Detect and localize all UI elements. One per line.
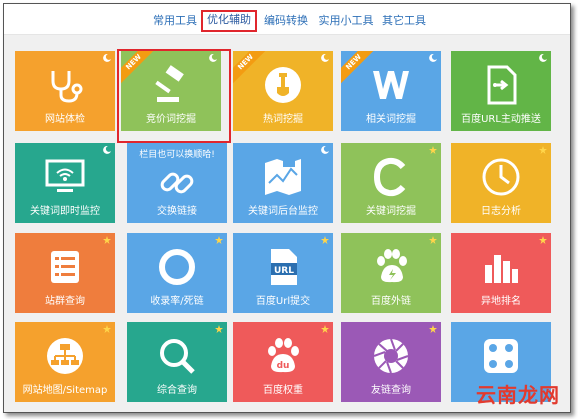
tile-sitemap[interactable]: 网站地图/Sitemap	[15, 322, 115, 402]
tile-note: 栏目也可以换顺哈!	[139, 150, 215, 160]
moon-icon	[539, 54, 547, 62]
tab-optimization[interactable]: 优化辅助	[201, 10, 257, 32]
tile-label: 站群查询	[45, 296, 85, 307]
chain-link-icon	[160, 172, 194, 194]
tile-baidu-url-push[interactable]: 百度URL主动推送	[451, 51, 551, 131]
ring-icon	[159, 249, 195, 285]
watermark-text: 云南龙网	[476, 383, 560, 407]
moon-icon	[103, 54, 111, 62]
tile-label: 收录率/死链	[150, 296, 204, 307]
moon-icon	[209, 54, 217, 62]
tile-bid-keyword-mining[interactable]: NEW 竞价词挖掘	[121, 51, 221, 131]
tab-common-tools[interactable]: 常用工具	[151, 12, 199, 30]
tile-label: 日志分析	[481, 206, 521, 217]
tile-label: 网站地图/Sitemap	[22, 385, 108, 396]
tab-encoding[interactable]: 编码转换	[261, 12, 311, 30]
star-icon	[215, 236, 223, 244]
star-icon	[215, 325, 223, 333]
tile-site-group-query[interactable]: 站群查询	[15, 233, 115, 313]
tile-label: 关键词后台监控	[248, 206, 318, 217]
tile-label: 综合查询	[157, 385, 197, 396]
tile-keyword-realtime-monitor[interactable]: 关键词即时监控	[15, 143, 115, 223]
moon-icon	[429, 54, 437, 62]
tool-panel: 常用工具 优化辅助 编码转换 实用小工具 其它工具 网站体检 NEW 竞价词挖掘	[3, 3, 571, 413]
svg-text:du: du	[277, 361, 290, 371]
tile-baidu-url-submit[interactable]: URL 百度Url提交	[233, 233, 333, 313]
tile-friend-link-query[interactable]: 友链查询	[341, 322, 441, 402]
tile-baidu-weight[interactable]: du 百度权重	[233, 322, 333, 402]
tile-comprehensive-query[interactable]: 综合查询	[127, 322, 227, 402]
tile-label: 热词挖掘	[263, 114, 303, 125]
svg-text:URL: URL	[274, 266, 294, 276]
monitor-wifi-icon	[45, 159, 85, 192]
file-push-icon	[487, 65, 517, 105]
tile-label: 关键词挖掘	[366, 206, 416, 217]
aperture-icon	[373, 338, 409, 374]
tile-label: 友链查询	[371, 385, 411, 396]
tile-grid: 网站体检 NEW 竞价词挖掘 NEW 热词挖掘 NEW 相关词挖掘 百度URL主…	[4, 35, 570, 412]
gavel-icon	[155, 65, 184, 102]
tile-keyword-mining[interactable]: 关键词挖掘	[341, 143, 441, 223]
map-chart-icon	[265, 159, 301, 195]
w-letter-icon	[373, 71, 409, 99]
tile-label: 相关词挖掘	[366, 114, 416, 125]
moon-icon	[321, 146, 329, 154]
du-paw-icon: du	[268, 338, 299, 373]
tile-label: 百度URL主动推送	[461, 114, 541, 125]
category-tabs: 常用工具 优化辅助 编码转换 实用小工具 其它工具	[4, 4, 570, 35]
magnifier-icon	[160, 339, 195, 374]
tile-link-exchange[interactable]: 栏目也可以换顺哈! 交换链接	[127, 143, 227, 223]
sitemap-icon	[47, 338, 83, 374]
moon-icon	[321, 54, 329, 62]
bar-chart-icon	[485, 255, 518, 283]
tile-label: 百度Url提交	[255, 296, 311, 307]
tab-utilities[interactable]: 实用小工具	[315, 12, 377, 30]
star-icon	[103, 325, 111, 333]
tile-label: 百度权重	[263, 385, 303, 396]
tile-label: 异地排名	[481, 296, 521, 307]
tile-related-word-mining[interactable]: NEW 相关词挖掘	[341, 51, 441, 131]
tile-label: 网站体检	[45, 114, 85, 125]
tile-site-checkup[interactable]: 网站体检	[15, 51, 115, 131]
tile-label: 百度外链	[371, 296, 411, 307]
stethoscope-icon	[51, 71, 83, 103]
tile-baidu-backlinks[interactable]: 百度外链	[341, 233, 441, 313]
dice-icon	[484, 339, 518, 373]
star-icon	[429, 236, 437, 244]
star-icon	[429, 325, 437, 333]
star-icon	[321, 325, 329, 333]
tile-label: 交换链接	[157, 206, 197, 217]
tile-keyword-backend-monitor[interactable]: 关键词后台监控	[233, 143, 333, 223]
star-icon	[539, 236, 547, 244]
tile-label: 竞价词挖掘	[146, 114, 196, 125]
paw-icon	[377, 249, 407, 283]
star-icon	[429, 146, 437, 154]
star-icon	[321, 236, 329, 244]
url-file-icon: URL	[271, 249, 297, 285]
tile-geo-ranking[interactable]: 异地排名	[451, 233, 551, 313]
list-icon	[51, 251, 79, 283]
tab-other-tools[interactable]: 其它工具	[378, 12, 430, 30]
tile-log-analysis[interactable]: 日志分析	[451, 143, 551, 223]
clock-icon	[482, 158, 520, 196]
star-icon	[539, 146, 547, 154]
c-letter-icon	[373, 157, 406, 197]
tile-index-rate-deadlink[interactable]: 收录率/死链	[127, 233, 227, 313]
shovel-icon	[265, 67, 301, 103]
star-icon	[103, 236, 111, 244]
tile-label: 关键词即时监控	[30, 206, 100, 217]
moon-icon	[103, 146, 111, 154]
tile-hot-word-mining[interactable]: NEW 热词挖掘	[233, 51, 333, 131]
